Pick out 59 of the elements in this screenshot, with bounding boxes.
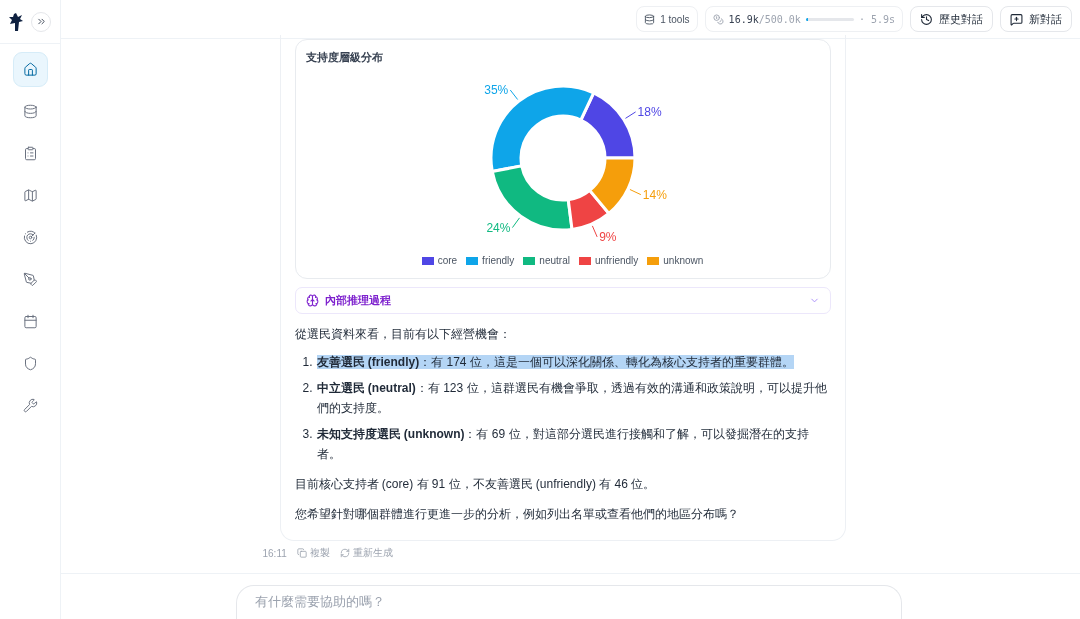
question-text: 您希望針對哪個群體進行更進一步的分析，例如列出名單或查看他們的地區分布嗎？ [294, 506, 740, 523]
percent-label: 24% [485, 220, 510, 235]
legend-swatch [466, 256, 479, 265]
refresh-icon [339, 548, 350, 558]
pen-icon [22, 272, 38, 287]
home-icon [22, 62, 38, 77]
list-number: 3. [301, 426, 314, 443]
list-number: 2. [301, 380, 314, 397]
list-item-text: 未知支持度選民 (unknown)：有 69 位，對這部分選民進行接觸和了解，可以發掘潛在的支持者。 [316, 426, 810, 463]
shield-icon [22, 356, 38, 371]
intro-text: 從選民資料來看，目前有以下經營機會： [294, 326, 512, 343]
copy-icon [296, 548, 307, 558]
message-time: 16:11 [262, 547, 287, 559]
map-icon [22, 188, 38, 203]
percent-label: 18% [637, 104, 662, 119]
database-icon [22, 104, 38, 119]
chart-title: 支持度層級分布 [305, 50, 383, 65]
leader-line [628, 189, 641, 196]
reasoning-toggle[interactable]: 內部推理過程 [294, 287, 831, 314]
clipboard-icon [22, 146, 38, 161]
list-number: 1. [301, 354, 314, 371]
wrench-icon [22, 398, 38, 413]
legend-label: neutral [539, 255, 570, 266]
leader-line [624, 111, 636, 119]
leader-line [509, 89, 518, 101]
legend-swatch [421, 256, 434, 265]
history-icon [920, 12, 933, 26]
percent-label: 35% [483, 83, 508, 98]
radar-icon [22, 230, 38, 245]
message-plus-icon [1010, 12, 1023, 26]
coins-icon [712, 13, 724, 25]
list-item-text: 中立選民 (neutral)：有 123 位，這群選民有機會爭取，透過有效的溝通和政策說明，可以提升他們的支持度。 [316, 380, 828, 417]
tokens-total: /500.0k [758, 13, 801, 25]
legend-label: core [437, 255, 458, 266]
calendar-icon [22, 314, 38, 329]
tokens-used: 16.9k [728, 13, 759, 25]
chevrons-right-icon [35, 16, 47, 27]
legend-label: unfriendly [594, 255, 639, 266]
list-item-text: 友善選民 (friendly)：有 174 位，這是一個可以深化關係、轉化為核心支持者的重要群體。 [316, 354, 794, 371]
legend-swatch [647, 256, 660, 265]
leader-line [591, 225, 598, 238]
legend-label: friendly [482, 255, 515, 266]
nav-button[interactable] [12, 52, 48, 87]
message-input[interactable]: 有什麼需要協助的嗎？ [236, 585, 902, 619]
new-chat-button[interactable]: 新對話 [1000, 6, 1072, 32]
database-icon [644, 13, 656, 25]
legend-label: unknown [663, 255, 704, 266]
legend-swatch [523, 256, 536, 265]
history-button[interactable]: 歷史對話 [910, 6, 993, 32]
leader-line [511, 217, 520, 229]
summary-text: 目前核心支持者 (core) 有 91 位，不友善選民 (unfriendly) 有 46 位。 [294, 476, 657, 493]
expand-button[interactable] [31, 11, 51, 32]
brain-icon [305, 294, 319, 307]
percent-label: 9% [598, 229, 616, 244]
logo-icon [9, 12, 23, 31]
elapsed-time: · 5.9s [858, 13, 895, 25]
percent-label: 14% [642, 187, 667, 202]
tools-count: 1 tools [660, 13, 690, 25]
legend-swatch [578, 256, 591, 265]
